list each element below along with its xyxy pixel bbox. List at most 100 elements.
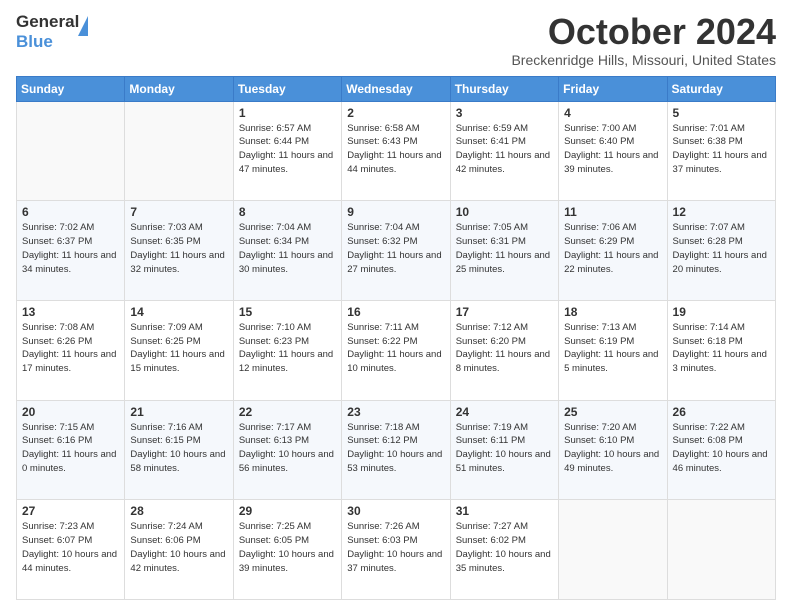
table-row: 29Sunrise: 7:25 AMSunset: 6:05 PMDayligh… <box>233 500 341 600</box>
day-info: Sunrise: 7:11 AMSunset: 6:22 PMDaylight:… <box>347 321 444 376</box>
day-info: Sunrise: 7:20 AMSunset: 6:10 PMDaylight:… <box>564 421 661 476</box>
day-number: 18 <box>564 305 661 319</box>
table-row: 16 Sunrise: 7:11 AMSunset: 6:22 PMDayligh… <box>342 300 450 400</box>
day-number: 29 <box>239 504 336 518</box>
day-number: 8 <box>239 205 336 219</box>
day-number: 3 <box>456 106 553 120</box>
table-row: 28 Sunrise: 7:24 AMSunset: 6:06 PMDayligh… <box>125 500 233 600</box>
table-row: 5 Sunrise: 7:01 AMSunset: 6:38 PMDaylight… <box>667 101 775 201</box>
day-info: Sunrise: 7:01 AMSunset: 6:38 PMDaylight:… <box>673 122 770 177</box>
table-row: 31 Sunrise: 7:27 AMSunset: 6:02 PMDayligh… <box>450 500 558 600</box>
day-info: Sunrise: 6:59 AMSunset: 6:41 PMDaylight:… <box>456 122 553 177</box>
logo-general: General <box>16 12 79 32</box>
day-info: Sunrise: 7:14 AMSunset: 6:18 PMDaylight:… <box>673 321 770 376</box>
table-row: 21Sunrise: 7:16 AMSunset: 6:15 PMDayligh… <box>125 400 233 500</box>
table-row: 20 Sunrise: 7:15 AMSunset: 6:16 PMDayligh… <box>17 400 125 500</box>
page: General Blue October 2024 Breckenridge H… <box>0 0 792 612</box>
day-info: Sunrise: 7:00 AMSunset: 6:40 PMDaylight:… <box>564 122 661 177</box>
col-tuesday: Tuesday <box>233 76 341 101</box>
location: Breckenridge Hills, Missouri, United Sta… <box>511 52 776 68</box>
day-info: Sunrise: 7:04 AMSunset: 6:32 PMDaylight:… <box>347 221 444 276</box>
day-number: 6 <box>22 205 119 219</box>
calendar-table: Sunday Monday Tuesday Wednesday Thursday… <box>16 76 776 600</box>
table-row: 24Sunrise: 7:19 AMSunset: 6:11 PMDayligh… <box>450 400 558 500</box>
table-row: 2 Sunrise: 6:58 AMSunset: 6:43 PMDaylight… <box>342 101 450 201</box>
table-row: 7 Sunrise: 7:03 AMSunset: 6:35 PMDaylight… <box>125 201 233 301</box>
day-number: 31 <box>456 504 553 518</box>
table-row: 17 Sunrise: 7:12 AMSunset: 6:20 PMDayligh… <box>450 300 558 400</box>
table-row: 30 Sunrise: 7:26 AMSunset: 6:03 PMDayligh… <box>342 500 450 600</box>
day-info: Sunrise: 7:08 AMSunset: 6:26 PMDaylight:… <box>22 321 119 376</box>
day-number: 12 <box>673 205 770 219</box>
day-number: 22 <box>239 405 336 419</box>
col-saturday: Saturday <box>667 76 775 101</box>
table-row: 12Sunrise: 7:07 AMSunset: 6:28 PMDayligh… <box>667 201 775 301</box>
table-row: 26 Sunrise: 7:22 AMSunset: 6:08 PMDayligh… <box>667 400 775 500</box>
day-info: Sunrise: 7:22 AMSunset: 6:08 PMDaylight:… <box>673 421 770 476</box>
month-title: October 2024 <box>511 12 776 52</box>
day-number: 10 <box>456 205 553 219</box>
calendar-header-row: Sunday Monday Tuesday Wednesday Thursday… <box>17 76 776 101</box>
logo: General Blue <box>16 12 96 56</box>
day-number: 20 <box>22 405 119 419</box>
calendar-week-row: 6Sunrise: 7:02 AMSunset: 6:37 PMDaylight… <box>17 201 776 301</box>
day-number: 2 <box>347 106 444 120</box>
day-number: 9 <box>347 205 444 219</box>
table-row: 23Sunrise: 7:18 AMSunset: 6:12 PMDayligh… <box>342 400 450 500</box>
table-row: 15Sunrise: 7:10 AMSunset: 6:23 PMDayligh… <box>233 300 341 400</box>
table-row: 14 Sunrise: 7:09 AMSunset: 6:25 PMDayligh… <box>125 300 233 400</box>
table-row: 4 Sunrise: 7:00 AMSunset: 6:40 PMDaylight… <box>559 101 667 201</box>
day-number: 30 <box>347 504 444 518</box>
day-info: Sunrise: 7:12 AMSunset: 6:20 PMDaylight:… <box>456 321 553 376</box>
day-info: Sunrise: 7:24 AMSunset: 6:06 PMDaylight:… <box>130 520 227 575</box>
col-wednesday: Wednesday <box>342 76 450 101</box>
day-info: Sunrise: 7:26 AMSunset: 6:03 PMDaylight:… <box>347 520 444 575</box>
table-row <box>125 101 233 201</box>
table-row: 11 Sunrise: 7:06 AMSunset: 6:29 PMDayligh… <box>559 201 667 301</box>
day-number: 16 <box>347 305 444 319</box>
day-info: Sunrise: 7:17 AMSunset: 6:13 PMDaylight:… <box>239 421 336 476</box>
table-row: 18Sunrise: 7:13 AMSunset: 6:19 PMDayligh… <box>559 300 667 400</box>
col-friday: Friday <box>559 76 667 101</box>
col-thursday: Thursday <box>450 76 558 101</box>
day-info: Sunrise: 7:18 AMSunset: 6:12 PMDaylight:… <box>347 421 444 476</box>
day-info: Sunrise: 7:15 AMSunset: 6:16 PMDaylight:… <box>22 421 119 476</box>
day-info: Sunrise: 7:16 AMSunset: 6:15 PMDaylight:… <box>130 421 227 476</box>
day-number: 7 <box>130 205 227 219</box>
day-number: 19 <box>673 305 770 319</box>
day-number: 28 <box>130 504 227 518</box>
day-number: 17 <box>456 305 553 319</box>
calendar-week-row: 1Sunrise: 6:57 AMSunset: 6:44 PMDaylight… <box>17 101 776 201</box>
header: General Blue October 2024 Breckenridge H… <box>16 12 776 68</box>
table-row: 27Sunrise: 7:23 AMSunset: 6:07 PMDayligh… <box>17 500 125 600</box>
day-info: Sunrise: 7:04 AMSunset: 6:34 PMDaylight:… <box>239 221 336 276</box>
day-info: Sunrise: 7:23 AMSunset: 6:07 PMDaylight:… <box>22 520 119 575</box>
day-number: 11 <box>564 205 661 219</box>
logo-sail-icon <box>78 16 88 36</box>
day-info: Sunrise: 7:03 AMSunset: 6:35 PMDaylight:… <box>130 221 227 276</box>
col-monday: Monday <box>125 76 233 101</box>
day-number: 25 <box>564 405 661 419</box>
day-info: Sunrise: 7:27 AMSunset: 6:02 PMDaylight:… <box>456 520 553 575</box>
day-info: Sunrise: 7:06 AMSunset: 6:29 PMDaylight:… <box>564 221 661 276</box>
logo-blue: Blue <box>16 32 53 52</box>
day-info: Sunrise: 7:05 AMSunset: 6:31 PMDaylight:… <box>456 221 553 276</box>
table-row: 19 Sunrise: 7:14 AMSunset: 6:18 PMDayligh… <box>667 300 775 400</box>
day-info: Sunrise: 6:57 AMSunset: 6:44 PMDaylight:… <box>239 122 336 177</box>
day-number: 26 <box>673 405 770 419</box>
day-info: Sunrise: 7:10 AMSunset: 6:23 PMDaylight:… <box>239 321 336 376</box>
table-row <box>667 500 775 600</box>
day-info: Sunrise: 6:58 AMSunset: 6:43 PMDaylight:… <box>347 122 444 177</box>
day-info: Sunrise: 7:09 AMSunset: 6:25 PMDaylight:… <box>130 321 227 376</box>
calendar-week-row: 27Sunrise: 7:23 AMSunset: 6:07 PMDayligh… <box>17 500 776 600</box>
table-row: 13Sunrise: 7:08 AMSunset: 6:26 PMDayligh… <box>17 300 125 400</box>
day-number: 5 <box>673 106 770 120</box>
table-row <box>17 101 125 201</box>
day-number: 14 <box>130 305 227 319</box>
table-row: 3 Sunrise: 6:59 AMSunset: 6:41 PMDaylight… <box>450 101 558 201</box>
table-row <box>559 500 667 600</box>
day-number: 4 <box>564 106 661 120</box>
title-area: October 2024 Breckenridge Hills, Missour… <box>511 12 776 68</box>
table-row: 22 Sunrise: 7:17 AMSunset: 6:13 PMDayligh… <box>233 400 341 500</box>
table-row: 10 Sunrise: 7:05 AMSunset: 6:31 PMDayligh… <box>450 201 558 301</box>
